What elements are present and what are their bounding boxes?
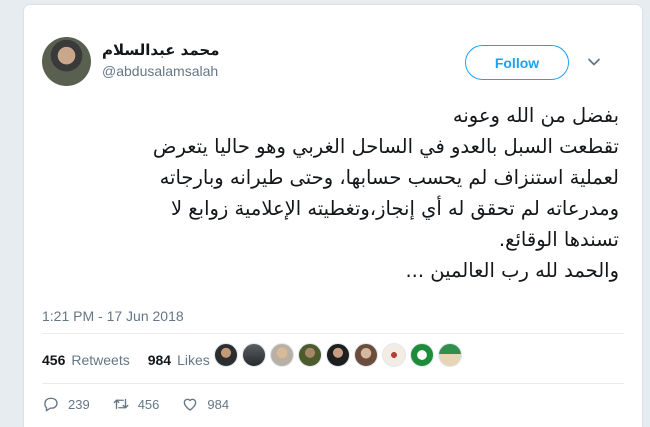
tweet-line: ومدرعاته لم تحقق له أي إنجاز،وتغطيته الإ…: [170, 197, 619, 220]
liker-avatar[interactable]: [438, 343, 462, 367]
liker-avatars: [214, 343, 462, 367]
follow-button[interactable]: Follow: [465, 45, 569, 80]
retweets-label[interactable]: Retweets: [71, 352, 129, 368]
liker-avatar[interactable]: [242, 343, 266, 367]
tweet-card: محمد عبدالسلام @abdusalamsalah Follow بف…: [24, 5, 642, 427]
user-handle[interactable]: @abdusalamsalah: [102, 63, 218, 79]
retweet-icon: [113, 398, 129, 410]
reply-button[interactable]: 239: [42, 395, 90, 413]
tweet-line: بفضل من الله وعونه: [452, 104, 619, 127]
reply-icon: [44, 397, 58, 412]
likes-label[interactable]: Likes: [177, 352, 210, 368]
liker-avatar[interactable]: [326, 343, 350, 367]
tweet-line: تسندها الوقائع.: [498, 228, 619, 251]
reply-count: 239: [68, 396, 90, 412]
engagement-stats: 456 Retweets 984 Likes: [42, 352, 210, 368]
chevron-down-icon[interactable]: [587, 55, 601, 69]
tweet-line: تقطعت السبل بالعدو في الساحل الغربي وهو …: [152, 135, 619, 158]
liker-avatar[interactable]: [382, 343, 406, 367]
likes-count[interactable]: 984: [148, 352, 171, 368]
liker-avatar[interactable]: [354, 343, 378, 367]
divider: [42, 383, 624, 384]
retweets-count[interactable]: 456: [42, 352, 65, 368]
heart-icon: [184, 398, 197, 411]
retweet-count: 456: [137, 396, 160, 412]
liker-avatar[interactable]: [410, 343, 434, 367]
liker-avatar[interactable]: [270, 343, 294, 367]
divider: [42, 333, 624, 334]
liker-avatar[interactable]: [298, 343, 322, 367]
liker-avatar[interactable]: [214, 343, 238, 367]
tweet-timestamp[interactable]: 1:21 PM - 17 Jun 2018: [42, 308, 184, 324]
avatar[interactable]: [42, 37, 91, 86]
tweet-line: لعملية استنزاف لم يحسب حسابها، وحتى طيرا…: [159, 166, 619, 189]
retweet-button[interactable]: 456: [112, 395, 160, 413]
like-count: 984: [207, 396, 230, 412]
action-bar: 239 456 984: [42, 395, 251, 413]
tweet-line: والحمد لله رب العالمين ...: [405, 259, 619, 282]
display-name[interactable]: محمد عبدالسلام: [102, 41, 220, 59]
like-button[interactable]: 984: [181, 395, 229, 413]
tweet-text: بفضل من الله وعونه تقطعت السبل بالعدو في…: [54, 100, 619, 286]
